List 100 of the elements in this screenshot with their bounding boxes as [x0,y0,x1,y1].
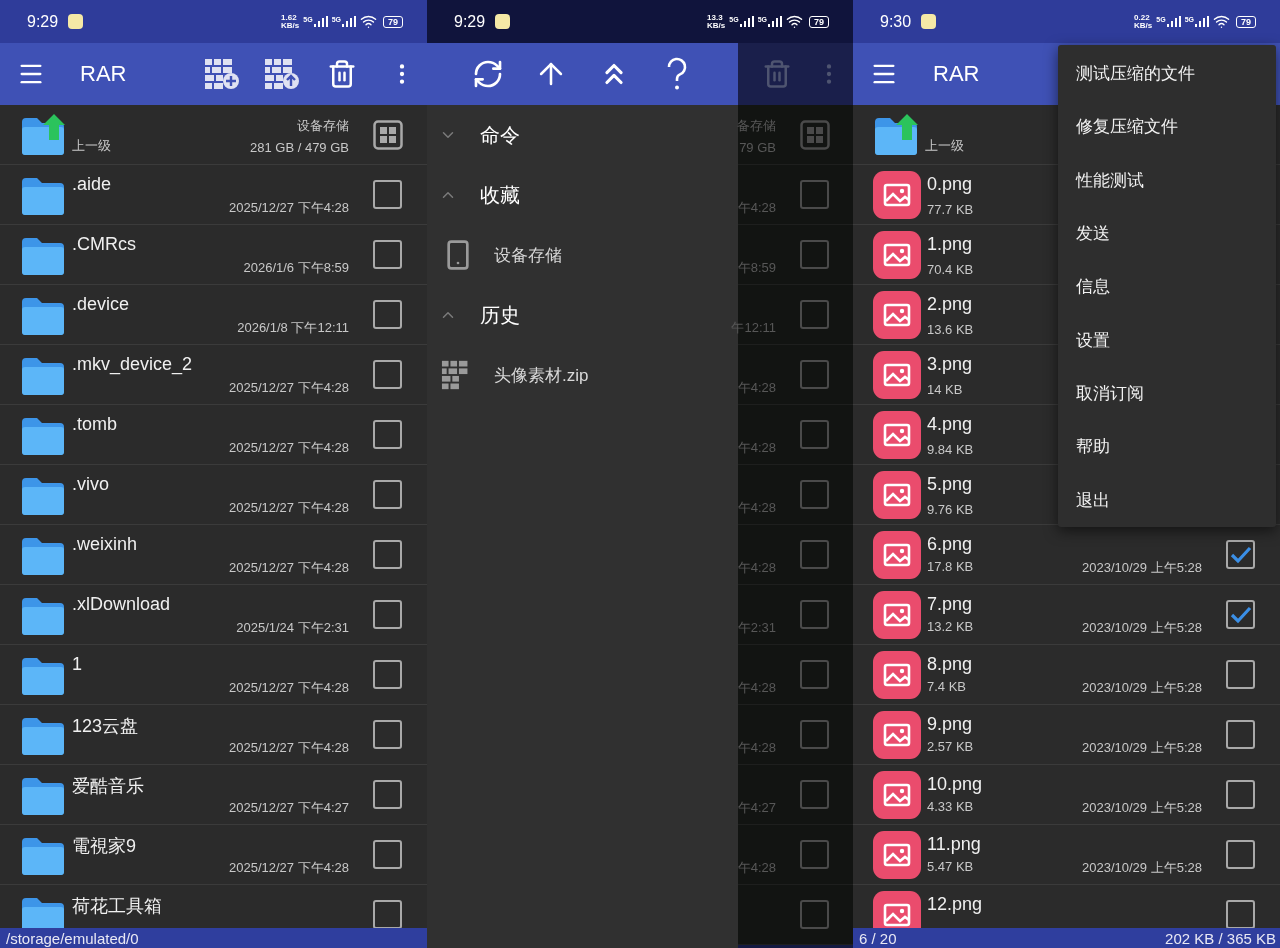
file-name[interactable]: 9.png [927,714,973,735]
selection-count: 6 / 20 [859,929,897,947]
file-name[interactable]: 6.png [927,534,973,555]
menu-item[interactable]: 测试压缩的文件 [1058,47,1276,101]
section-title[interactable]: 历史 [480,301,520,329]
menu-item[interactable]: 设置 [1058,313,1276,367]
checkbox[interactable] [1226,780,1255,809]
folder-name[interactable]: .weixinh [72,534,138,555]
refresh-icon[interactable] [472,58,504,90]
file-name[interactable]: 3.png [927,354,973,375]
menu-item[interactable]: 修复压缩文件 [1058,100,1276,154]
file-name[interactable]: 4.png [927,414,973,435]
network-speed: 1.62 [281,13,297,22]
parent-folder-label[interactable]: 上一级 [925,137,964,155]
signal-icon [739,16,754,27]
menu-item[interactable]: 性能测试 [1058,153,1276,207]
modified-date: 2025/1/24 下午2:31 [236,619,349,637]
folder-name[interactable]: .mkv_device_2 [72,354,193,375]
checkbox[interactable] [800,480,829,509]
checkbox[interactable] [373,360,402,389]
section-title[interactable]: 收藏 [480,181,520,209]
checkbox[interactable] [1226,720,1255,749]
checkbox[interactable] [373,660,402,689]
checkbox[interactable] [373,720,402,749]
parent-folder-icon [20,113,66,156]
file-name[interactable]: 8.png [927,654,973,675]
modified-date: 2023/10/29 上午5:28 [1082,679,1202,697]
checkbox[interactable] [373,480,402,509]
checkbox[interactable] [800,240,829,269]
speed-unit: KB/s [707,21,726,30]
menu-item[interactable]: 退出 [1058,473,1276,527]
file-size: 17.8 KB [927,559,974,574]
folder-name[interactable]: .aide [72,174,112,195]
modified-date: 2025/12/27 下午4:28 [229,499,349,517]
file-name[interactable]: 10.png [927,774,983,795]
checkbox[interactable] [1226,840,1255,869]
menu-item[interactable]: 信息 [1058,260,1276,314]
folder-name[interactable]: .device [72,294,130,315]
checkbox[interactable] [800,900,829,929]
folder-name[interactable]: 電視家9 [72,834,136,858]
checkbox[interactable] [800,180,829,209]
file-name[interactable]: 2.png [927,294,973,315]
checkbox[interactable] [800,420,829,449]
drawer-item[interactable]: 头像素材.zip [494,363,589,387]
folder-name[interactable]: .tomb [72,414,118,435]
checkbox[interactable] [800,600,829,629]
checkbox[interactable] [373,180,402,209]
checkbox[interactable] [800,840,829,869]
menu-item[interactable]: 发送 [1058,206,1276,261]
battery-level: 79 [809,15,829,28]
file-name[interactable]: 12.png [927,894,983,915]
menu-item[interactable]: 帮助 [1058,420,1276,474]
checkbox[interactable] [1226,540,1255,569]
section-title[interactable]: 命令 [480,121,520,149]
folder-name[interactable]: 爱酷音乐 [72,774,144,798]
modified-date: 午4:28 [737,739,776,757]
checkbox[interactable] [373,600,402,629]
file-name[interactable]: 1.png [927,234,973,255]
folder-name[interactable]: 123云盘 [72,714,139,738]
checkbox[interactable] [800,360,829,389]
checkbox[interactable] [373,540,402,569]
speed-unit: KB/s [1134,21,1153,30]
checkbox[interactable] [1226,660,1255,689]
checkbox[interactable] [800,660,829,689]
image-file-icon [873,470,921,519]
notification-icon [921,14,937,29]
modified-date: 2023/10/29 上午5:28 [1082,739,1202,757]
checkbox[interactable] [373,840,402,869]
folder-name[interactable]: .CMRcs [72,234,136,255]
storage-size: 281 GB / 479 GB [250,140,349,155]
archive-extract-icon [264,58,300,90]
checkbox[interactable] [373,780,402,809]
checkbox[interactable] [800,540,829,569]
battery-level: 79 [383,15,403,28]
file-name[interactable]: 5.png [927,474,973,495]
parent-folder-label[interactable]: 上一级 [72,137,111,155]
checkbox[interactable] [800,300,829,329]
checkbox[interactable] [800,720,829,749]
trash-icon[interactable] [327,59,357,89]
file-name[interactable]: 0.png [927,174,973,195]
grid-view-icon[interactable] [373,119,403,150]
file-name[interactable]: 7.png [927,594,973,615]
storage-name: 设备存储 [297,117,349,135]
image-file-icon [873,830,921,879]
modified-date: 2023/10/29 上午5:28 [1082,619,1202,637]
checkbox[interactable] [373,420,402,449]
drawer-item[interactable]: 设备存储 [494,243,562,267]
menu-item[interactable]: 取消订阅 [1058,366,1276,421]
file-size: 70.4 KB [927,262,974,277]
folder-name[interactable]: .vivo [72,474,109,495]
folder-name[interactable]: 1 [72,654,82,675]
checkbox[interactable] [1226,600,1255,629]
file-name[interactable]: 11.png [927,834,981,855]
checkbox[interactable] [800,780,829,809]
folder-name[interactable]: 荷花工具箱 [72,894,162,918]
checkbox[interactable] [373,240,402,269]
clock-time: 9:29 [27,12,59,31]
signal-icon [1195,16,1209,27]
folder-name[interactable]: .xlDownload [72,594,171,615]
checkbox[interactable] [373,300,402,329]
